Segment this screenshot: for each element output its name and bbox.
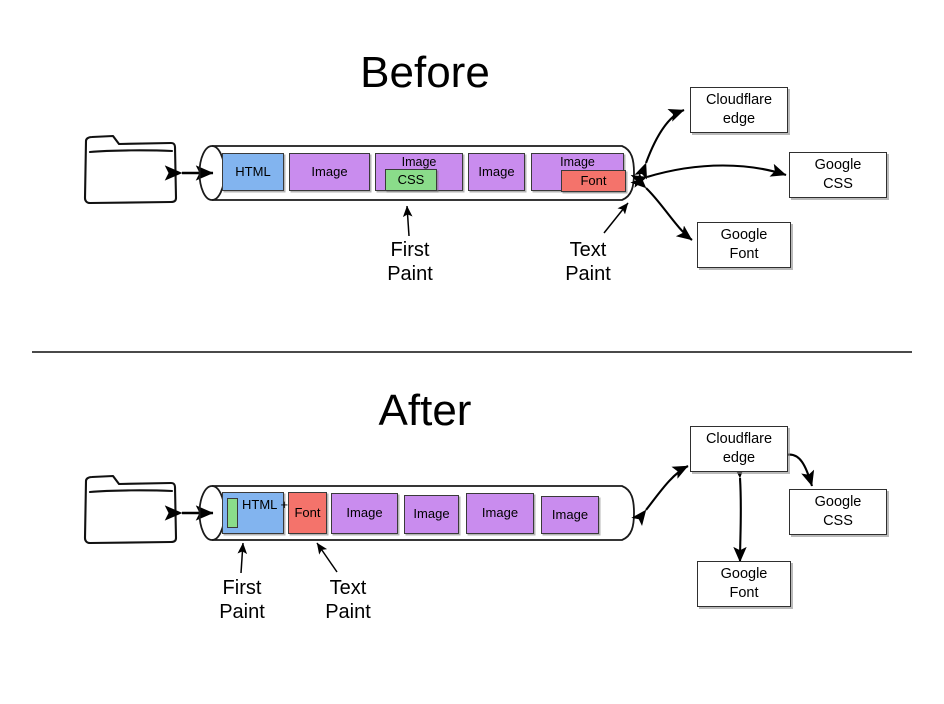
diagram-canvas: Before After HTML Image Image CSS Image …	[0, 0, 944, 704]
pipeline-block-image-4-before-wrap: Image Font	[531, 153, 626, 192]
document-icon-before	[83, 134, 178, 205]
pipeline-block-image-3-after[interactable]: Image	[466, 493, 534, 534]
resource-box-cloudflare-edge-before[interactable]: Cloudflare edge	[690, 87, 788, 133]
annotation-leaders-after	[237, 542, 338, 574]
annotation-leaders-before	[402, 202, 629, 237]
pipeline-block-image-1-before[interactable]: Image	[289, 153, 370, 191]
resource-box-google-font-after[interactable]: Google Font	[697, 561, 791, 607]
pipeline-block-image-1-after[interactable]: Image	[331, 493, 398, 534]
annotation-text-paint-before: Text Paint	[565, 239, 611, 285]
pipeline-block-image-4-after[interactable]: Image	[541, 496, 599, 534]
resource-box-google-css-after[interactable]: Google CSS	[789, 489, 887, 535]
annotation-text-paint-after: Text Paint	[325, 577, 371, 623]
resource-box-google-css-before[interactable]: Google CSS	[789, 152, 887, 198]
pipeline-block-html-before[interactable]: HTML	[222, 153, 284, 191]
pipeline-block-font-before[interactable]: Font	[561, 170, 626, 192]
pipeline-block-image-2-after[interactable]: Image	[404, 495, 459, 534]
document-icon-after	[83, 474, 178, 545]
pipeline-block-font-after[interactable]: Font	[288, 492, 327, 534]
pipeline-block-image-2-before-wrap: Image CSS	[375, 153, 463, 191]
pipeline-block-htmlcss-after-wrap: HTML + CSS	[222, 492, 318, 534]
pipeline-block-css-before[interactable]: CSS	[385, 169, 437, 191]
resource-box-cloudflare-edge-after[interactable]: Cloudflare edge	[690, 426, 788, 472]
annotation-first-paint-before: First Paint	[387, 239, 433, 285]
pipeline-block-css-sliver-after[interactable]	[227, 498, 238, 528]
resource-box-google-font-before[interactable]: Google Font	[697, 222, 791, 268]
annotation-first-paint-after: First Paint	[219, 577, 265, 623]
pipeline-block-image-3-before[interactable]: Image	[468, 153, 525, 191]
section-divider	[32, 351, 912, 353]
